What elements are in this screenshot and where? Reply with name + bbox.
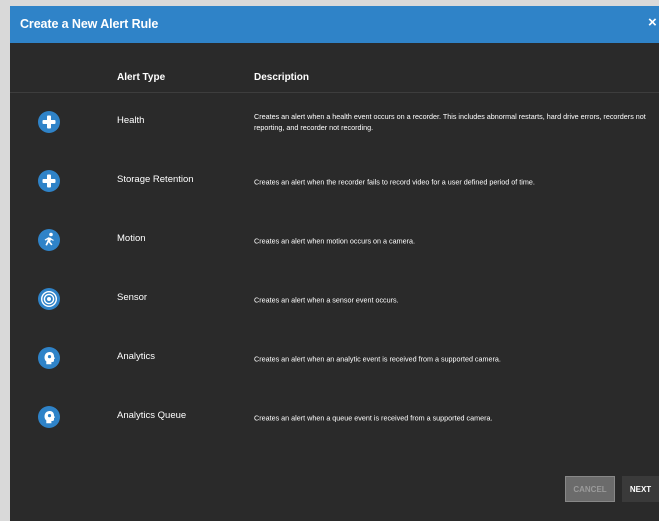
create-alert-rule-dialog: Create a New Alert Rule × Alert Type Des…: [10, 6, 659, 521]
sensor-target-icon: [38, 287, 60, 310]
alert-type-list: Health Creates an alert when a health ev…: [10, 94, 659, 448]
alert-type-row-storage-retention[interactable]: Storage Retention Creates an alert when …: [10, 153, 659, 212]
alert-type-description: Creates an alert when motion occurs on a…: [254, 235, 415, 245]
cancel-button[interactable]: CANCEL: [565, 476, 615, 502]
plus-circle-icon: [38, 169, 60, 192]
alert-type-description: Creates an alert when the recorder fails…: [254, 176, 535, 186]
plus-circle-icon: [38, 110, 60, 133]
dialog-title: Create a New Alert Rule: [20, 17, 159, 31]
alert-type-description: Creates an alert when a sensor event occ…: [254, 294, 399, 304]
alert-type-name: Analytics: [117, 350, 156, 362]
alert-type-name: Motion: [117, 232, 146, 244]
table-header: Alert Type Description: [10, 65, 659, 93]
alert-type-name: Sensor: [117, 291, 148, 303]
running-person-icon: [38, 228, 60, 251]
next-button[interactable]: NEXT: [622, 476, 659, 502]
analytics-head-icon: [38, 346, 60, 369]
alert-type-description: Creates an alert when an analytic event …: [254, 353, 501, 363]
close-button[interactable]: ×: [648, 14, 659, 34]
column-header-alert-type: Alert Type: [117, 72, 166, 83]
alert-type-row-analytics[interactable]: Analytics Creates an alert when an analy…: [10, 330, 659, 389]
alert-type-name: Health: [117, 114, 145, 126]
alert-type-row-sensor[interactable]: Sensor Creates an alert when a sensor ev…: [10, 271, 659, 330]
alert-type-row-health[interactable]: Health Creates an alert when a health ev…: [10, 94, 659, 153]
alert-type-description: Creates an alert when a health event occ…: [254, 111, 646, 132]
alert-type-row-analytics-queue[interactable]: Analytics Queue Creates an alert when a …: [10, 389, 659, 448]
alert-type-name: Storage Retention: [117, 173, 194, 185]
alert-type-description: Creates an alert when a queue event is r…: [254, 412, 493, 422]
analytics-head-icon: [38, 405, 60, 428]
column-header-description: Description: [254, 72, 310, 83]
alert-type-name: Analytics Queue: [117, 409, 187, 421]
alert-type-row-motion[interactable]: Motion Creates an alert when motion occu…: [10, 212, 659, 271]
dialog-footer: CANCEL NEXT: [10, 466, 659, 521]
dialog-titlebar: Create a New Alert Rule ×: [10, 6, 659, 43]
